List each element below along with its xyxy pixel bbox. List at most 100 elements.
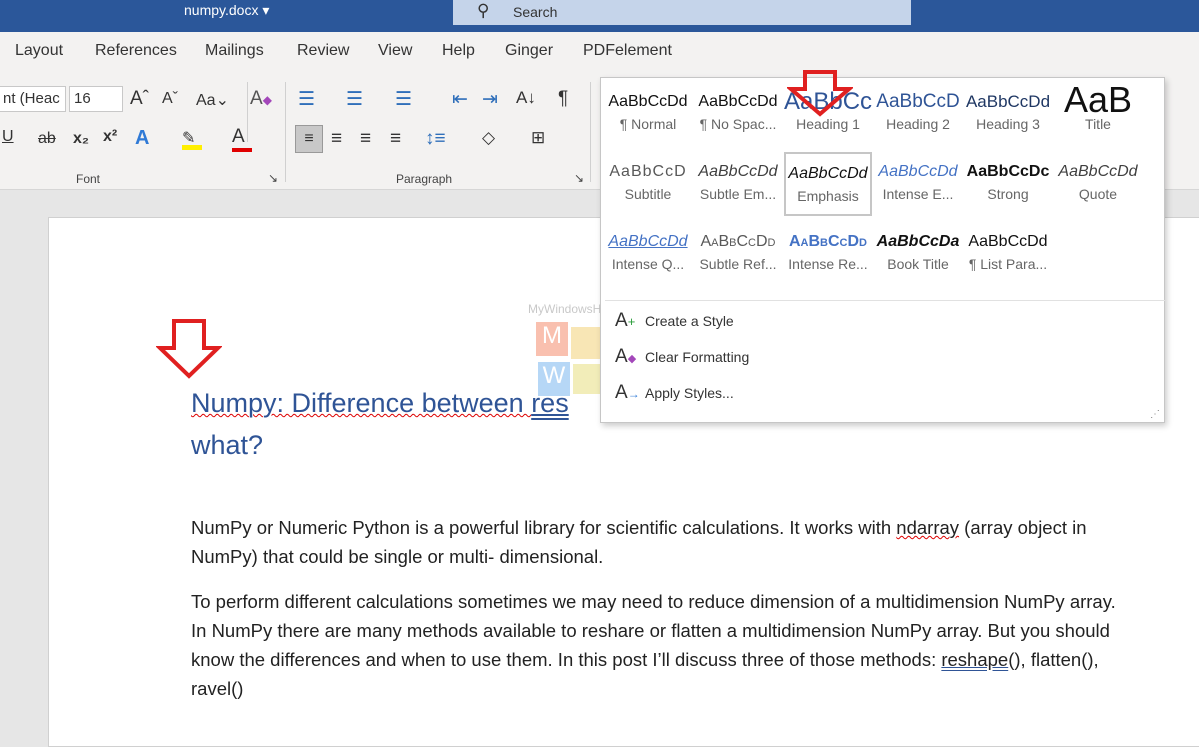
style-subtle-em[interactable]: AaBbCcDd Subtle Em... bbox=[694, 152, 782, 216]
style-emphasis[interactable]: AaBbCcDd Emphasis bbox=[784, 152, 872, 216]
style-preview: AaBbCcD bbox=[609, 163, 687, 180]
style-preview: AaBbCcDd bbox=[789, 233, 867, 250]
clear-formatting-icon: A◆ bbox=[615, 346, 637, 367]
style-list-para[interactable]: AaBbCcDd ¶ List Para... bbox=[964, 222, 1052, 286]
tab-layout[interactable]: Layout bbox=[15, 42, 63, 60]
tab-view[interactable]: View bbox=[378, 42, 412, 60]
tab-help[interactable]: Help bbox=[442, 42, 475, 60]
shrink-font-icon[interactable]: Aˇ bbox=[162, 90, 178, 108]
search-box[interactable]: ⚲ Search bbox=[453, 0, 911, 25]
paragraph-dialog-launcher-icon[interactable]: ↘ bbox=[574, 171, 584, 185]
pilcrow-icon[interactable]: ¶ bbox=[558, 88, 568, 110]
tab-references[interactable]: References bbox=[95, 42, 177, 60]
line-spacing-icon[interactable]: ↕≡ bbox=[425, 128, 446, 150]
style-intense-q[interactable]: AaBbCcDd Intense Q... bbox=[604, 222, 692, 286]
style-preview: AaBbCcDd bbox=[608, 93, 688, 110]
underline-icon[interactable]: U bbox=[2, 128, 14, 146]
style-subtitle[interactable]: AaBbCcD Subtitle bbox=[604, 152, 692, 216]
document-title: numpy.docx bbox=[184, 2, 259, 18]
apply-styles-icon: A→ bbox=[615, 382, 640, 403]
style-heading-2[interactable]: AaBbCcD Heading 2 bbox=[874, 82, 962, 146]
document-heading-line2[interactable]: what? bbox=[191, 430, 263, 461]
decrease-indent-icon[interactable]: ⇤ bbox=[452, 88, 468, 111]
ribbon-tabs: Layout References Mailings Review View H… bbox=[0, 32, 1199, 70]
change-case-icon[interactable]: Aa⌄ bbox=[196, 90, 229, 110]
paragraph-2[interactable]: To perform different calculations someti… bbox=[191, 587, 1131, 703]
style-quote[interactable]: AaBbCcDd Quote bbox=[1054, 152, 1142, 216]
apply-styles-label: Apply Styles... bbox=[645, 385, 734, 401]
red-arrow-down-icon bbox=[156, 319, 222, 379]
align-right-icon[interactable]: ≡ bbox=[360, 128, 371, 150]
font-size-value: 16 bbox=[74, 90, 91, 107]
apply-styles-button[interactable]: A→ Apply Styles... bbox=[615, 382, 734, 404]
style-intense-re[interactable]: AaBbCcDd Intense Re... bbox=[784, 222, 872, 286]
style-preview: AaBbCcDd bbox=[878, 163, 958, 180]
font-size-select[interactable]: 16 bbox=[69, 86, 123, 112]
highlight-icon[interactable]: ✎ bbox=[182, 128, 202, 150]
tab-ginger[interactable]: Ginger bbox=[505, 42, 553, 60]
style-preview: AaBbCcDd bbox=[608, 233, 688, 250]
style-strong[interactable]: AaBbCcDc Strong bbox=[964, 152, 1052, 216]
paragraph-group-label: Paragraph bbox=[396, 172, 453, 186]
shading-icon[interactable]: ◇ bbox=[482, 128, 495, 148]
style-subtle-ref[interactable]: AaBbCcDd Subtle Ref... bbox=[694, 222, 782, 286]
document-heading[interactable]: Numpy: Difference between res bbox=[191, 388, 569, 419]
font-name-select[interactable]: nt (Heac bbox=[0, 86, 66, 112]
style-no-spac[interactable]: AaBbCcDd ¶ No Spac... bbox=[694, 82, 782, 146]
grow-font-icon[interactable]: Aˆ bbox=[130, 88, 149, 110]
style-preview: AaBbCcDd bbox=[1058, 163, 1138, 180]
style-name: Intense Q... bbox=[611, 256, 685, 272]
style-name: Subtitle bbox=[624, 186, 672, 202]
style-intense-e[interactable]: AaBbCcDd Intense E... bbox=[874, 152, 962, 216]
justify-icon[interactable]: ≡ bbox=[390, 128, 401, 150]
numbering-icon[interactable]: ☰ bbox=[346, 88, 363, 111]
font-dialog-launcher-icon[interactable]: ↘ bbox=[268, 171, 278, 185]
resize-grip-icon[interactable]: ⋰ bbox=[1150, 409, 1160, 420]
subscript-icon[interactable]: x₂ bbox=[73, 130, 89, 148]
font-color-icon[interactable]: A bbox=[232, 126, 252, 152]
style-preview: AaBbCcDd bbox=[700, 233, 776, 250]
style-heading-3[interactable]: AaBbCcDd Heading 3 bbox=[964, 82, 1052, 146]
style-name: Strong bbox=[987, 186, 1029, 202]
borders-icon[interactable]: ⊞ bbox=[531, 128, 545, 148]
style-name: Title bbox=[1085, 116, 1111, 132]
style-preview: AaBbCcDc bbox=[966, 163, 1050, 180]
style-preview: AaBbCcDd bbox=[968, 233, 1048, 250]
multilevel-list-icon[interactable]: ☰ bbox=[395, 88, 412, 111]
divider bbox=[605, 300, 1165, 301]
p1-text: NumPy or Numeric Python is a powerful li… bbox=[191, 517, 897, 538]
divider bbox=[590, 82, 591, 182]
style-name: Intense E... bbox=[882, 186, 954, 202]
bullets-icon[interactable]: ☰ bbox=[298, 88, 315, 111]
tab-mailings[interactable]: Mailings bbox=[205, 42, 264, 60]
paragraph-1[interactable]: NumPy or Numeric Python is a powerful li… bbox=[191, 513, 1131, 571]
heading-text: Numpy: Difference between bbox=[191, 388, 532, 418]
clear-formatting-icon[interactable]: A◆ bbox=[250, 88, 272, 110]
style-title[interactable]: AaB Title bbox=[1054, 82, 1142, 146]
style-normal[interactable]: AaBbCcDd ¶ Normal bbox=[604, 82, 692, 146]
create-style-button[interactable]: A+ Create a Style bbox=[615, 310, 734, 332]
style-preview: AaBbCcDd bbox=[788, 165, 868, 182]
tab-review[interactable]: Review bbox=[297, 42, 349, 60]
tab-pdfelement[interactable]: PDFelement bbox=[583, 42, 672, 60]
superscript-icon[interactable]: x² bbox=[103, 128, 117, 146]
style-name: Quote bbox=[1078, 186, 1118, 202]
text-effects-icon[interactable]: A bbox=[135, 127, 149, 150]
title-bar: numpy.docx ▾ ⚲ Search bbox=[0, 0, 1199, 32]
increase-indent-icon[interactable]: ⇥ bbox=[482, 88, 498, 111]
grammar-flag: reshape bbox=[941, 649, 1009, 670]
align-center-icon[interactable]: ≡ bbox=[331, 128, 342, 150]
style-book-title[interactable]: AaBbCcDa Book Title bbox=[874, 222, 962, 286]
sort-icon[interactable]: A↓ bbox=[516, 88, 536, 108]
clear-formatting-button[interactable]: A◆ Clear Formatting bbox=[615, 346, 749, 368]
spelling-error: ndarray bbox=[896, 517, 960, 538]
style-name: Intense Re... bbox=[788, 256, 868, 272]
strikethrough-icon[interactable]: ab bbox=[38, 130, 56, 148]
style-name: Heading 2 bbox=[886, 116, 950, 132]
style-name: ¶ Normal bbox=[619, 116, 677, 132]
style-preview: AaBbCcDa bbox=[876, 233, 960, 250]
font-group-label: Font bbox=[76, 172, 101, 186]
style-preview: AaBbCcD bbox=[876, 91, 960, 112]
document-name[interactable]: numpy.docx ▾ bbox=[184, 2, 269, 19]
align-left-icon[interactable]: ≡ bbox=[295, 125, 323, 153]
